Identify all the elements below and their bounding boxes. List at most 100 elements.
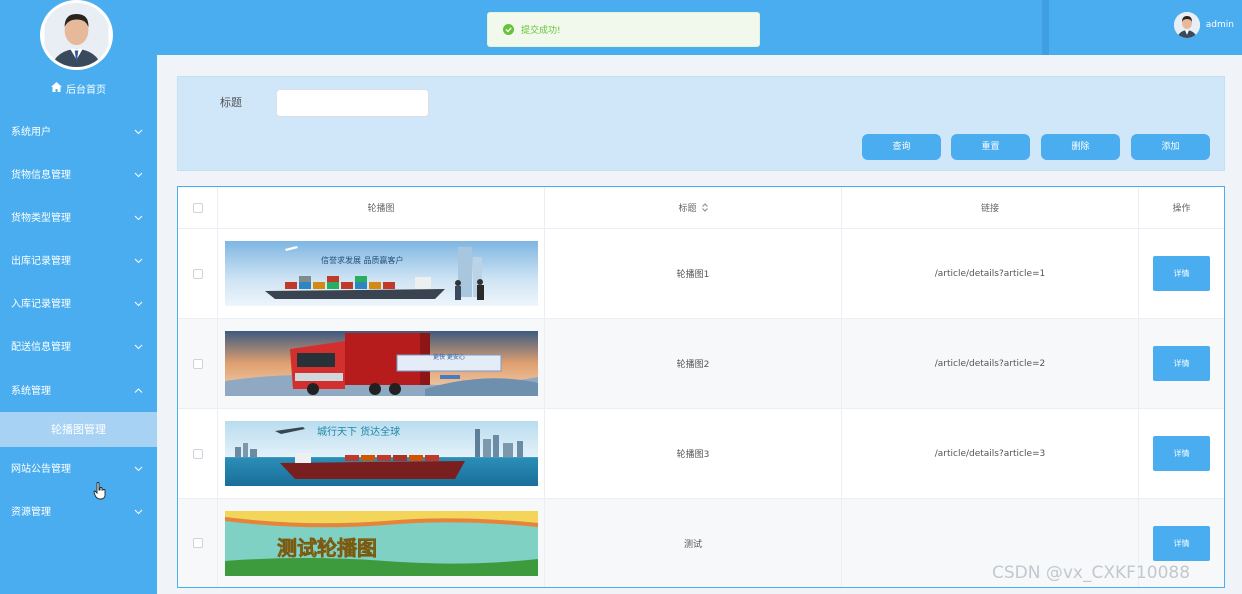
table-row: 城行天下 货达全球 轮播图3 /article/details?article=… [178,409,1224,499]
row-link: /article/details?article=1 [934,268,1046,279]
action-cell: 详情 [1139,229,1224,318]
table-header: 轮播图 标题 链接 操作 [178,187,1224,229]
detail-button[interactable]: 详情 [1153,346,1210,381]
chevron-down-icon [134,129,143,135]
chevron-down-icon [134,258,143,264]
topbar-divider [1042,0,1049,55]
sidebar-item-label: 系统用户 [11,127,51,138]
banner-text: 城行天下 货达全球 [317,425,400,438]
watermark: CSDN @vx_CXKF10088 [992,563,1191,583]
chevron-down-icon [134,509,143,515]
sort-icon[interactable] [701,203,708,212]
toast-message: 提交成功! [521,26,561,36]
select-all-checkbox[interactable] [192,202,203,213]
sidebar-item-label: 配送信息管理 [11,342,71,353]
sidebar-item-system-users[interactable]: 系统用户 [0,111,157,154]
carousel-thumbnail: 测试轮播图 [224,510,538,576]
row-title: 轮播图3 [676,450,710,460]
image-cell: 更快 更安心 [218,319,545,408]
sidebar-item-announcements[interactable]: 网站公告管理 [0,448,157,491]
row-title: 轮播图1 [676,270,710,280]
reset-button[interactable]: 重置 [951,134,1030,160]
main-content: 标题 查询 重置 删除 添加 轮播图 标题 链接 操作 信誉求发展 品质赢客户 … [157,55,1242,594]
banner-text: 测试轮播图 [277,536,377,560]
row-checkbox[interactable] [192,268,203,279]
user-menu[interactable]: admin [1173,10,1234,40]
sidebar-item-label: 货物信息管理 [11,170,71,181]
column-header-label: 标题 [678,204,697,214]
title-cell: 轮播图1 [545,229,842,318]
image-cell: 城行天下 货达全球 [218,409,545,498]
action-cell: 详情 [1139,409,1224,498]
banner-text: 更快 更安心 [433,353,465,361]
chevron-up-icon [134,388,143,393]
chevron-down-icon [134,215,143,221]
title-cell: 轮播图3 [545,409,842,498]
image-cell: 信誉求发展 品质赢客户 [218,229,545,318]
sidebar-subitem-label: 轮播图管理 [51,423,106,436]
sidebar-item-resources[interactable]: 资源管理 [0,491,157,534]
sidebar-item-delivery[interactable]: 配送信息管理 [0,326,157,369]
sidebar-item-system-manage[interactable]: 系统管理 [0,370,157,413]
sidebar-item-goods-type[interactable]: 货物类型管理 [0,197,157,240]
title-label: 标题 [220,96,242,109]
sidebar-item-label: 入库记录管理 [11,299,71,310]
user-avatar [1173,12,1200,38]
column-header-title[interactable]: 标题 [545,187,842,228]
row-select-cell [178,229,218,318]
chevron-down-icon [134,301,143,307]
detail-button[interactable]: 详情 [1153,256,1210,291]
column-header-label: 轮播图 [367,204,395,214]
row-link: /article/details?article=3 [934,448,1046,459]
row-title: 轮播图2 [676,360,710,370]
row-select-cell [178,499,218,587]
column-header-actions: 操作 [1139,187,1224,228]
sidebar-subitem-carousel[interactable]: 轮播图管理 [0,412,157,447]
success-toast: 提交成功! [487,12,760,47]
sidebar-item-goods-info[interactable]: 货物信息管理 [0,154,157,197]
link-cell: /article/details?article=2 [842,319,1139,408]
row-select-cell [178,319,218,408]
title-cell: 轮播图2 [545,319,842,408]
avatar-image [44,3,109,67]
success-icon [503,24,514,35]
query-button[interactable]: 查询 [862,134,941,160]
delete-button[interactable]: 删除 [1041,134,1120,160]
sidebar-item-label: 货物类型管理 [11,213,71,224]
chevron-down-icon [134,466,143,472]
title-cell: 测试 [545,499,842,587]
detail-button[interactable]: 详情 [1153,525,1210,561]
carousel-thumbnail: 城行天下 货达全球 [224,421,538,486]
sidebar-home[interactable]: 后台首页 [0,82,157,99]
carousel-thumbnail: 信誉求发展 品质赢客户 [224,241,538,306]
banner-text: 信誉求发展 品质赢客户 [321,255,404,265]
carousel-thumbnail: 更快 更安心 [224,331,538,396]
column-header-link: 链接 [842,187,1139,228]
title-search-input[interactable] [276,89,429,117]
link-cell: /article/details?article=1 [842,229,1139,318]
action-cell: 详情 [1139,319,1224,408]
row-select-cell [178,409,218,498]
carousel-table: 轮播图 标题 链接 操作 信誉求发展 品质赢客户 轮播图1 /article/d… [177,186,1225,588]
select-all-cell [178,187,218,228]
detail-button[interactable]: 详情 [1153,436,1210,471]
sidebar-item-inbound[interactable]: 入库记录管理 [0,283,157,326]
sidebar-home-label: 后台首页 [66,85,106,96]
hand-cursor-icon [93,482,106,500]
row-title: 测试 [683,539,702,550]
chevron-down-icon [134,172,143,178]
home-icon [51,82,62,98]
username: admin [1205,20,1234,30]
table-row: 信誉求发展 品质赢客户 轮播图1 /article/details?articl… [178,229,1224,319]
sidebar-item-outbound[interactable]: 出库记录管理 [0,240,157,283]
add-button[interactable]: 添加 [1131,134,1210,160]
sidebar-item-label: 系统管理 [11,386,51,397]
row-checkbox[interactable] [192,448,203,459]
row-checkbox[interactable] [192,538,203,548]
sidebar: 后台首页 系统用户 货物信息管理 货物类型管理 出库记录管理 入库记录管理 配送… [0,0,157,594]
sidebar-item-label: 出库记录管理 [11,256,71,267]
image-cell: 测试轮播图 [218,499,545,587]
sidebar-item-label: 网站公告管理 [11,464,71,475]
link-cell: /article/details?article=3 [842,409,1139,498]
row-checkbox[interactable] [192,358,203,369]
